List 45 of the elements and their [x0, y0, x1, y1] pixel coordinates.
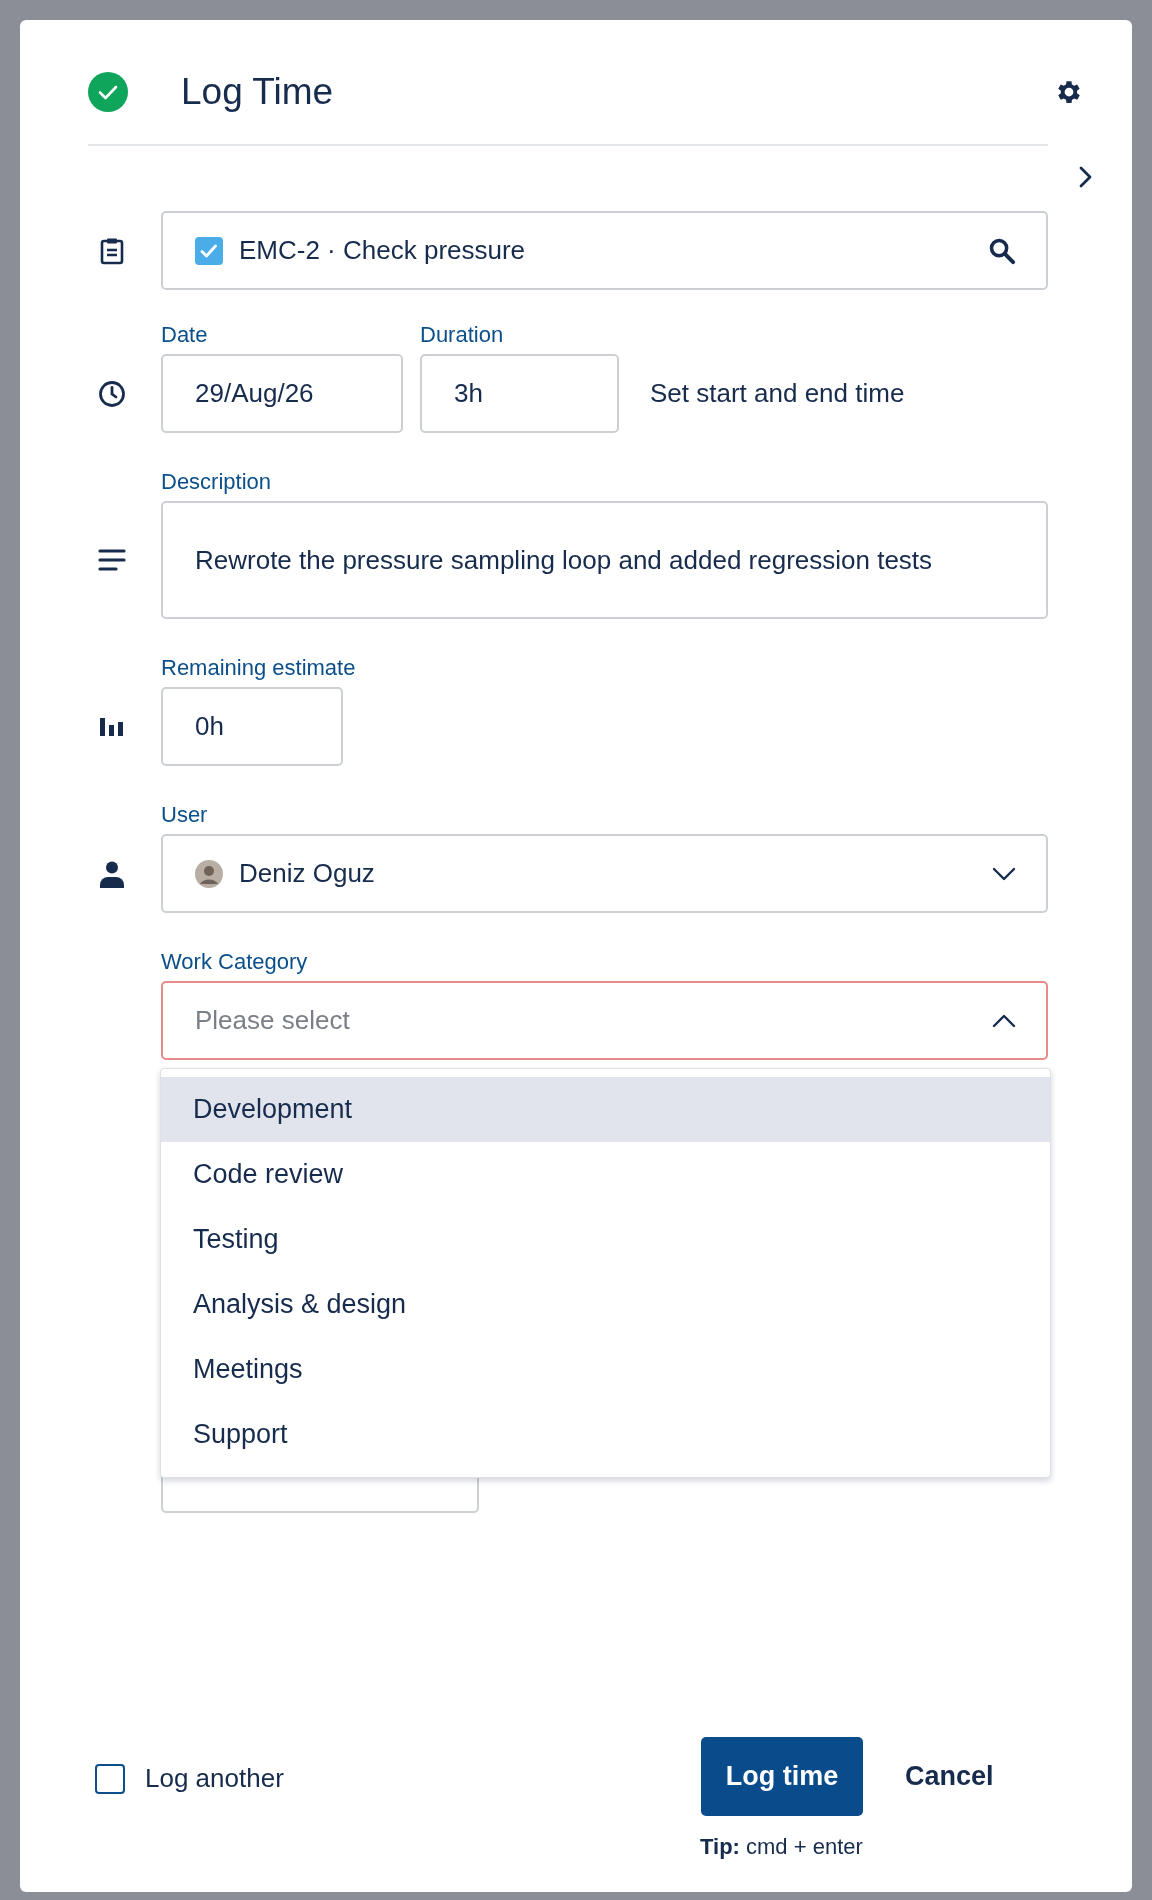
user-value: Deniz Oguz — [239, 858, 376, 889]
work-category-select[interactable]: Please select — [161, 981, 1048, 1060]
checkbox[interactable] — [95, 1763, 125, 1794]
dropdown-option[interactable]: Meetings — [161, 1337, 1050, 1402]
task-icon — [195, 236, 223, 265]
dropdown-option[interactable]: Testing — [161, 1207, 1050, 1272]
avatar-icon — [195, 859, 223, 888]
cancel-button[interactable]: Cancel — [885, 1737, 1014, 1816]
bar-chart-icon — [99, 716, 125, 737]
user-select[interactable]: Deniz Oguz — [161, 834, 1048, 913]
field-label: Date — [161, 322, 209, 348]
estimate-value: 0h — [195, 711, 224, 742]
date-field[interactable]: 29/Aug/26 — [161, 354, 403, 433]
remaining-estimate-field[interactable]: 0h — [161, 687, 343, 766]
dropdown-option[interactable]: Code review — [161, 1142, 1050, 1207]
select-placeholder: Please select — [195, 1005, 351, 1036]
description-value: Rewrote the pressure sampling loop and added regression tests — [195, 544, 933, 577]
person-icon — [100, 859, 124, 888]
field-label: User — [161, 802, 209, 828]
log-time-button[interactable]: Log time — [701, 1737, 863, 1816]
field-label: Description — [161, 469, 273, 495]
checkbox-label: Log another — [145, 1763, 284, 1794]
duration-field[interactable]: 3h — [420, 354, 619, 433]
field-label: Duration — [420, 322, 504, 348]
description-field[interactable]: Rewrote the pressure sampling loop and added regression tests — [161, 501, 1048, 619]
dialog-title: Log Time — [181, 71, 335, 113]
date-value: 29/Aug/26 — [195, 378, 314, 409]
text-lines-icon — [98, 548, 126, 572]
chevron-up-icon — [992, 1013, 1016, 1028]
issue-value: EMC-2 · Check pressure — [239, 235, 527, 266]
clock-icon — [98, 379, 126, 408]
duration-value: 3h — [454, 378, 483, 409]
check-circle-icon — [88, 72, 128, 112]
dropdown-option[interactable]: Analysis & design — [161, 1272, 1050, 1337]
dropdown-option[interactable]: Support — [161, 1402, 1050, 1467]
chevron-down-icon — [992, 866, 1016, 881]
shortcut-tip: Tip: cmd + enter — [700, 1834, 863, 1860]
field-label: Remaining estimate — [161, 655, 357, 681]
dropdown-option[interactable]: Development — [161, 1077, 1050, 1142]
clipboard-icon — [100, 236, 124, 265]
issue-search-field[interactable]: EMC-2 · Check pressure — [161, 211, 1048, 290]
search-icon[interactable] — [988, 236, 1016, 265]
time-range-link[interactable]: Set start and end time — [650, 378, 905, 409]
chevron-right-icon[interactable] — [1078, 165, 1094, 189]
field-label: Work Category — [161, 949, 309, 975]
